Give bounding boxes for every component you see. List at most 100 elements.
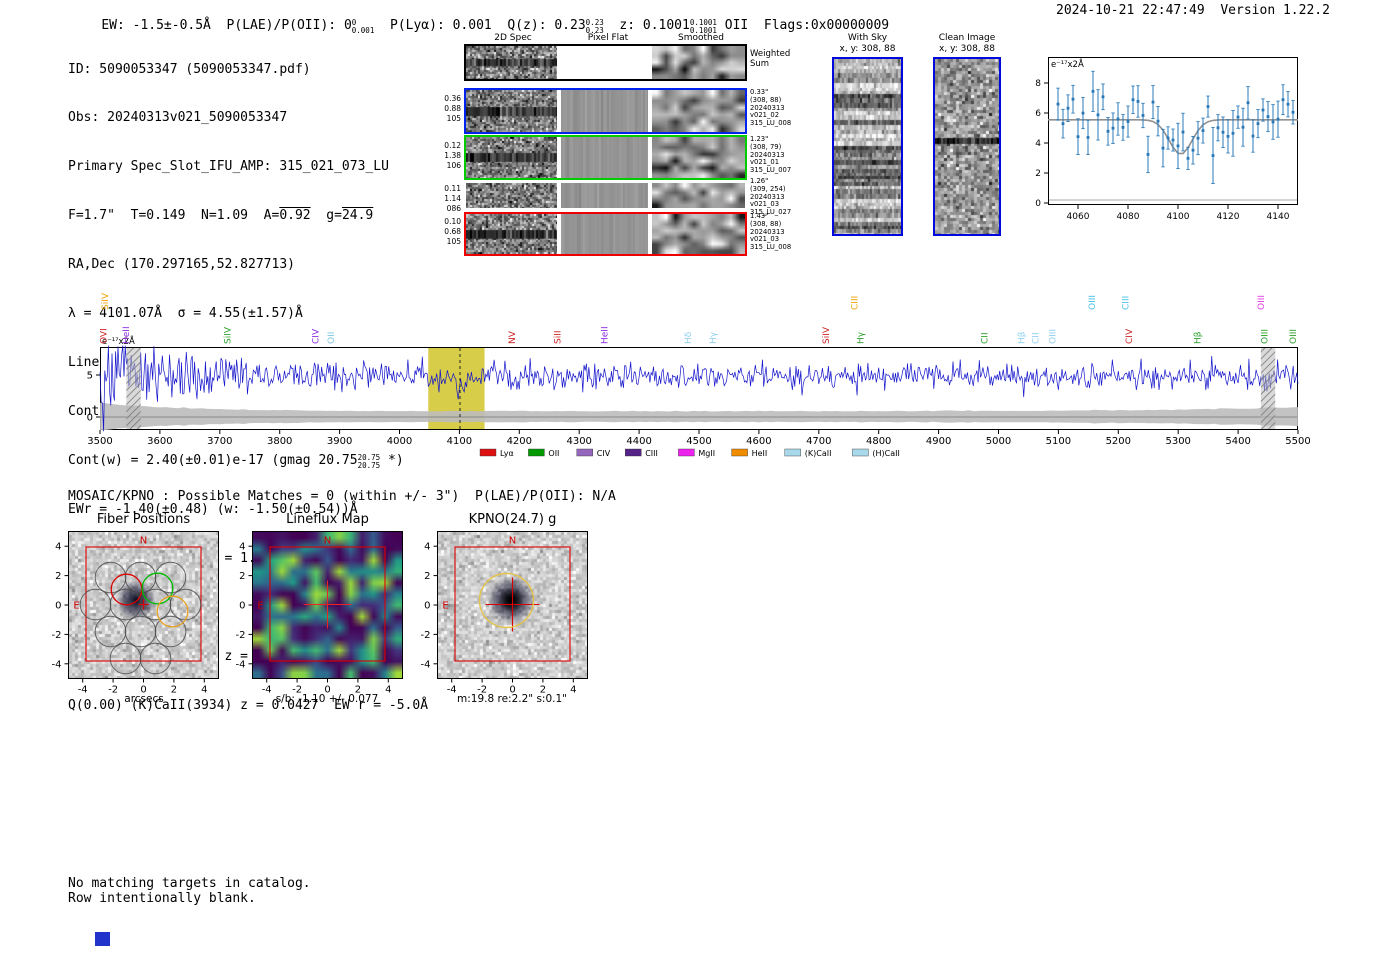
emission-line-label: Hγ [857, 331, 867, 344]
svg-text:8: 8 [1035, 79, 1041, 89]
legend-label: Lyα [500, 449, 514, 458]
spec2d-row-1 [464, 88, 747, 134]
clean-image-box [933, 57, 1001, 236]
legend-swatch [576, 448, 593, 457]
legend-label: CIII [645, 449, 658, 458]
row1-right-labels: 0.33" (308, 88) 20240313 v021_02 315_LU_008 [750, 88, 792, 128]
emission-line-label: Hγ [709, 331, 719, 344]
row4-left-labels: 0.10 0.68 105 [444, 217, 461, 246]
emission-line-label: Hβ [1017, 331, 1027, 344]
legend-swatch [479, 448, 497, 457]
emission-line-label: CIII [1122, 296, 1132, 310]
line-fit-plot-box [1048, 57, 1298, 205]
fiber1-2dspec-image [466, 90, 557, 132]
fiber-positions-title: Fiber Positions [96, 512, 191, 527]
clean-image-title: Clean Image [938, 33, 996, 43]
fiber3-smoothed-image [652, 183, 745, 208]
info-seeing: F=1.7" T=0.149 N=1.09 A=0.92 g=24.9 [68, 208, 374, 224]
svg-text:4300: 4300 [566, 436, 591, 447]
lineflux-map-box [252, 531, 403, 679]
fiber3-2dspec-image [466, 183, 557, 208]
col-header-2dspec: 2D Spec [494, 33, 532, 43]
with-sky-title: With Sky [847, 33, 888, 43]
info-primary: Primary Spec_Slot_IFU_AMP: 315_021_073_L… [68, 159, 389, 175]
legend-swatch [625, 448, 642, 457]
svg-text:0: 0 [1035, 199, 1041, 209]
legend-label: MgII [698, 449, 715, 458]
svg-text:5200: 5200 [1106, 436, 1131, 447]
row2-right-labels: 1.23" (308, 79) 20240313 v021_01 315_LU_007 [750, 135, 792, 175]
svg-text:4700: 4700 [806, 436, 831, 447]
fiber2-2dspec-image [466, 137, 557, 178]
emission-line-label: NV [508, 330, 518, 344]
svg-text:5100: 5100 [1046, 436, 1071, 447]
spec2d-row-0 [464, 44, 747, 81]
footer-note-2: Row intentionally blank. [68, 891, 256, 906]
fiber4-2dspec-image [466, 214, 557, 254]
svg-text:4120: 4120 [1217, 212, 1240, 222]
spec2d-row-2 [464, 135, 747, 180]
footer-color-marker [95, 932, 110, 946]
emission-line-label: OIII [1088, 295, 1098, 310]
svg-text:5000: 5000 [986, 436, 1011, 447]
emission-line-label: CIV [1125, 328, 1135, 344]
svg-text:4140: 4140 [1267, 212, 1290, 222]
legend-swatch [784, 448, 801, 457]
svg-text:4900: 4900 [926, 436, 951, 447]
legend-label: (K)CaII [805, 449, 832, 458]
emission-line-label: OIII [1261, 329, 1271, 344]
clean-image [935, 59, 999, 234]
emission-line-label: SiII [554, 330, 564, 344]
legend-label: CIV [597, 449, 611, 458]
kpno-xlabel: m:19.8 re:2.2" s:0.1" [457, 693, 567, 705]
legend-swatch [731, 448, 748, 457]
emission-line-label: OIII [1048, 329, 1058, 344]
svg-text:4100: 4100 [1167, 212, 1190, 222]
with-sky-coords: x, y: 308, 88 [839, 44, 896, 54]
fiber-positions-box [68, 531, 219, 679]
emission-line-label: CII [1032, 332, 1042, 344]
svg-text:4060: 4060 [1067, 212, 1090, 222]
svg-text:0: 0 [55, 601, 61, 612]
svg-text:4400: 4400 [626, 436, 651, 447]
fiber1-smoothed-image [652, 90, 745, 132]
legend-label: OII [548, 449, 559, 458]
row1-left-labels: 0.36 0.88 105 [444, 94, 461, 123]
kpno-box [437, 531, 588, 679]
row3-left-labels: 0.11 1.14 086 [444, 184, 461, 213]
svg-text:4800: 4800 [866, 436, 891, 447]
mosaic-header: MOSAIC/KPNO : Possible Matches = 0 (with… [68, 489, 616, 504]
fiber3-pixelflat-image [561, 183, 648, 208]
col-header-smoothed: Smoothed [678, 33, 724, 43]
svg-text:4: 4 [1035, 139, 1041, 149]
legend-swatch [528, 448, 545, 457]
emission-line-label: SiIV [822, 326, 832, 344]
info-obs: Obs: 20240313v021_5090053347 [68, 110, 288, 126]
svg-text:4200: 4200 [507, 436, 532, 447]
legend-label: HeII [752, 449, 768, 458]
lineflux-map-xlabel: s/b: -1.10 +/- 0.077 [275, 693, 379, 705]
header-flags: OII Flags:0x00000009 [716, 18, 890, 33]
emission-line-label: CIII [851, 296, 861, 310]
weighted-pixelflat-blank [561, 46, 648, 79]
fiber2-pixelflat-image [561, 137, 648, 178]
kpno-title: KPNO(24.7) g [468, 512, 557, 527]
fiber4-pixelflat-image [561, 214, 648, 254]
footer-note-1: No matching targets in catalog. [68, 876, 311, 891]
emission-line-label: Hβ [1193, 331, 1203, 344]
weighted-right-label: Weighted Sum [750, 49, 791, 69]
header-z: z: 0.1001 [603, 18, 690, 33]
emission-line-label: OIII [1289, 329, 1299, 344]
info-id: ID: 5090053347 (5090053347.pdf) [68, 61, 311, 77]
emission-line-label: HeII [600, 326, 610, 344]
legend-swatch [852, 448, 869, 457]
fiber-positions-image [69, 532, 218, 678]
row4-right-labels: 1.43" (308, 88) 20240313 v021_03 315_LU_008 [750, 212, 792, 252]
emission-line-label: Hδ [684, 331, 694, 344]
lineflux-map-image [253, 532, 402, 678]
weighted-smoothed-image [652, 46, 745, 79]
with-sky-image [834, 59, 901, 234]
legend-label: (H)CaII [872, 449, 899, 458]
fiber2-smoothed-image [652, 137, 745, 178]
emission-line-label: CII [981, 332, 991, 344]
